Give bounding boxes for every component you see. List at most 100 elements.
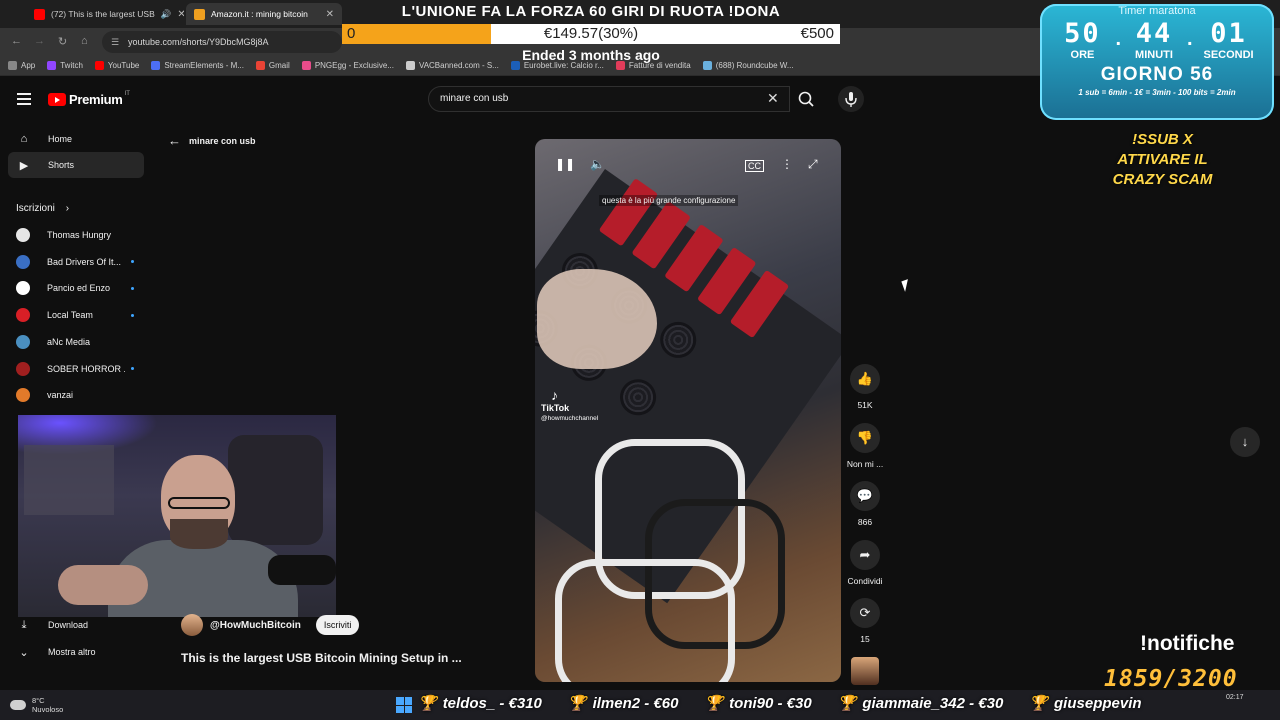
closed-captions-icon[interactable]: CC	[745, 160, 764, 172]
back-label: minare con usb	[189, 135, 256, 146]
share-button[interactable]: ➦	[850, 539, 880, 570]
dislike-action: 👎 Non mi ...	[845, 422, 885, 469]
close-tab-icon[interactable]: ✕	[320, 9, 334, 20]
back-arrow-icon[interactable]: ←	[11, 35, 22, 47]
bookmark-label: StreamElements - M...	[164, 61, 244, 70]
channel-thumbnail[interactable]	[851, 657, 879, 685]
browser-tab-amazon[interactable]: Amazon.it : mining bitcoin ✕	[186, 3, 342, 25]
tab-title: (72) This is the largest USB	[51, 9, 155, 19]
clear-search-icon[interactable]: ✕	[767, 90, 779, 107]
like-button[interactable]: 👍	[850, 364, 880, 394]
sidebar-subscription[interactable]: aNc Media	[16, 331, 144, 353]
search-icon	[798, 91, 814, 107]
subscription-name: Local Team	[47, 310, 93, 321]
subscribe-button[interactable]: Iscriviti	[315, 615, 360, 635]
remix-icon: ⟳	[859, 605, 871, 621]
bookmark-item[interactable]: YouTube	[94, 61, 139, 70]
subscription-name: Pancio ed Enzo	[47, 283, 111, 294]
weather-condition: Nuvoloso	[32, 705, 64, 714]
shorts-icon: ▶	[19, 159, 29, 172]
ticker-item: 🏆 giuseppevin	[1029, 694, 1141, 712]
donation-progress-bar: 0 €149.57(30%) €500	[342, 24, 840, 44]
trophy-icon: 🏆	[837, 695, 857, 712]
ticker-item: 🏆 toni90 - €30	[704, 694, 811, 712]
channel-name[interactable]: @HowMuchBitcoin	[210, 620, 301, 631]
weather-widget[interactable]: 8°C Nuvoloso	[10, 696, 63, 714]
tiktok-label: TikTok	[541, 403, 570, 413]
ticker-text: teldos_ - €310	[442, 695, 542, 712]
search-input[interactable]: minare con usb	[428, 86, 790, 112]
home-icon[interactable]: ⌂	[81, 35, 88, 47]
bookmark-item[interactable]: App	[8, 61, 35, 70]
back-to-search[interactable]: ← minare con usb	[168, 133, 256, 148]
donation-status: Ended 3 months ago	[522, 47, 660, 63]
ticker-text: giuseppevin	[1054, 695, 1142, 712]
ticker-text: toni90 - €30	[729, 695, 812, 712]
chevron-right-icon: ›	[65, 203, 70, 214]
close-tab-icon[interactable]: ✕	[171, 9, 184, 20]
remix-action: ⟳ 15	[845, 598, 885, 644]
logo-region: IT	[124, 90, 130, 97]
avatar	[16, 308, 30, 323]
crazy-scam-overlay: !SSUB X ATTIVARE IL CRAZY SCAM	[1090, 130, 1235, 190]
pause-icon[interactable]: ❚❚	[555, 157, 575, 171]
volume-icon[interactable]: 🔈	[590, 157, 605, 171]
sidebar-subscription[interactable]: vanzai	[16, 384, 144, 406]
new-content-dot	[131, 313, 134, 317]
sidebar-subscription[interactable]: SOBER HORROR ...	[16, 358, 144, 380]
sidebar-item-show-more[interactable]: ⌄ Mostra altro	[16, 641, 144, 663]
shorts-video-player[interactable]: ❚❚ 🔈 CC ⋮ ⤢ questa è la più grande confi…	[535, 139, 841, 682]
sub-goal-counter: 1859/3200	[1104, 666, 1238, 692]
bookmark-item[interactable]: Twitch	[47, 61, 83, 70]
short-title[interactable]: This is the largest USB Bitcoin Mining S…	[181, 651, 462, 665]
tiktok-handle: @howmuchchannel	[541, 415, 599, 422]
fullscreen-icon[interactable]: ⤢	[808, 157, 818, 172]
site-info-icon[interactable]: ☰	[111, 31, 119, 53]
bookmark-item[interactable]: Gmail	[255, 61, 290, 70]
forward-arrow-icon[interactable]: →	[34, 35, 45, 47]
donation-goal: €500	[800, 25, 834, 42]
dislike-button[interactable]: 👎	[850, 422, 880, 453]
tiktok-watermark: ♪ TikTok @howmuchchannel	[541, 387, 598, 422]
more-options-icon[interactable]: ⋮	[781, 157, 793, 171]
sidebar-subscription[interactable]: Local Team	[16, 304, 144, 326]
reload-icon[interactable]: ↻	[58, 35, 67, 48]
audio-icon[interactable]: 🔊	[161, 9, 172, 20]
chevron-down-icon: ⌄	[19, 646, 29, 659]
timer-hours-label: ORE	[1070, 49, 1095, 61]
browser-tab-youtube[interactable]: (72) This is the largest USB 🔊 ✕	[26, 3, 184, 25]
trophy-icon: 🏆	[1029, 695, 1049, 712]
subscription-name: aNc Media	[47, 336, 91, 347]
arrow-down-icon: ↓	[1241, 434, 1249, 449]
timer-seconds: 01	[1210, 18, 1247, 49]
url-field[interactable]: ☰ youtube.com/shorts/Y9DbcMG8j8A	[102, 31, 342, 53]
channel-row: @HowMuchBitcoin Iscriviti	[181, 614, 360, 636]
search-button[interactable]	[790, 86, 824, 112]
bookmark-favicon-icon	[151, 61, 161, 70]
sidebar-subscription[interactable]: Bad Drivers Of It...	[16, 251, 144, 273]
comments-action: 💬 866	[845, 481, 885, 527]
windows-start-icon[interactable]	[396, 697, 412, 713]
timer-minutes-label: MINUTI	[1135, 49, 1173, 61]
sidebar-item-download[interactable]: ⤓ Download	[16, 614, 144, 636]
donation-ticker: 🏆 teldos_ - €310 🏆 ilmen2 - €60 🏆 toni90 - €3…	[418, 694, 1280, 718]
donation-goal-overlay: L'UNIONE FA LA FORZA 60 GIRI DI RUOTA !D…	[342, 0, 840, 68]
weather-temp: 8°C	[32, 696, 45, 705]
sidebar-subscription[interactable]: Thomas Hungry	[16, 224, 144, 246]
youtube-premium-logo[interactable]: Premium IT	[48, 90, 130, 107]
subscriptions-heading[interactable]: Iscrizioni ›	[16, 203, 69, 214]
hamburger-menu-icon[interactable]	[17, 93, 31, 108]
cloud-icon	[10, 700, 26, 710]
ticker-text: giammaie_342 - €30	[862, 695, 1004, 712]
bookmark-item[interactable]: StreamElements - M...	[151, 61, 244, 70]
sidebar-item-home[interactable]: ⌂ Home	[8, 126, 144, 152]
avatar[interactable]	[181, 614, 203, 636]
next-short-button[interactable]: ↓	[1230, 427, 1260, 457]
voice-search-button[interactable]	[838, 86, 864, 112]
timer-title: Timer maratona	[1118, 5, 1196, 17]
comments-button[interactable]: 💬	[850, 481, 880, 512]
remix-button[interactable]: ⟳	[850, 598, 880, 629]
sidebar-item-shorts[interactable]: ▶ Shorts	[8, 152, 144, 178]
comments-icon: 💬	[856, 488, 874, 504]
sidebar-subscription[interactable]: Pancio ed Enzo	[16, 277, 144, 299]
